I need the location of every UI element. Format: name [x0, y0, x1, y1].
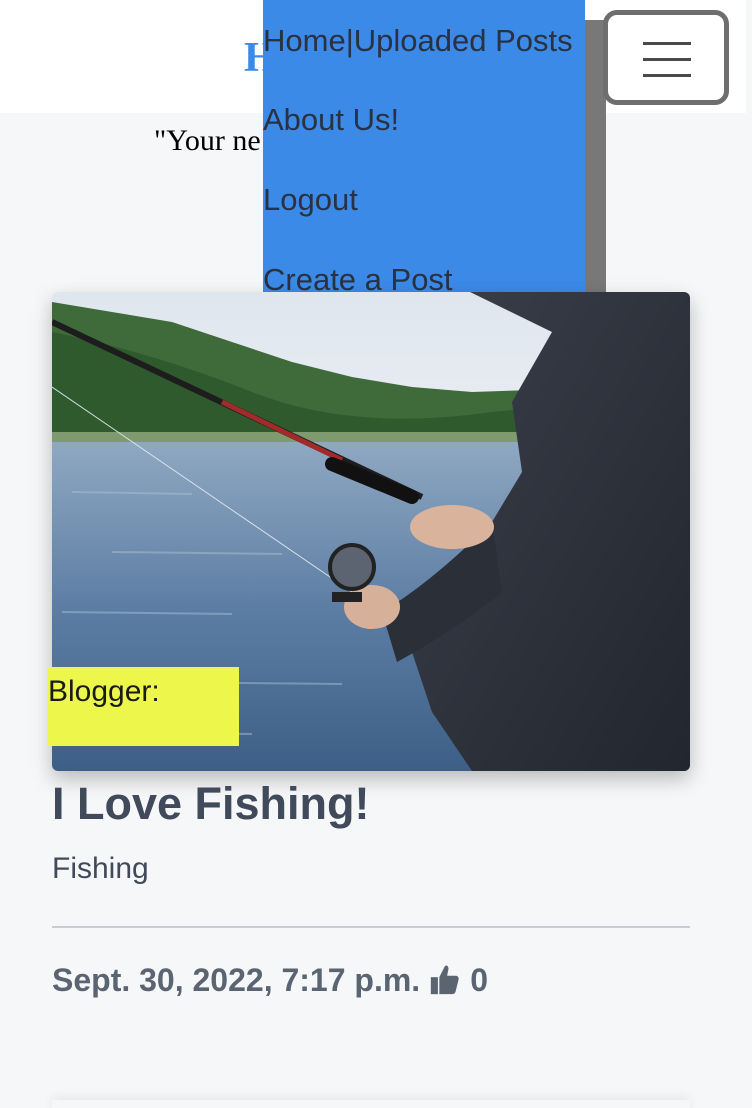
- nav-item-create-post[interactable]: Create a Post: [263, 260, 453, 292]
- tagline-container: "Your ne: [154, 118, 263, 168]
- like-count: 0: [470, 961, 488, 998]
- next-post-card: [52, 1100, 690, 1108]
- nav-item-about-us[interactable]: About Us!: [263, 100, 399, 140]
- nav-item-logout[interactable]: Logout: [263, 180, 358, 220]
- post-meta: Sept. 30, 2022, 7:17 p.m. 0: [52, 960, 488, 1000]
- post-category: Fishing: [52, 852, 149, 885]
- thumbs-up-icon[interactable]: [428, 963, 462, 997]
- divider: [52, 926, 690, 928]
- nav-item-home-uploaded-posts[interactable]: Home|Uploaded Posts: [263, 21, 573, 61]
- hamburger-icon-line: [643, 58, 691, 61]
- post-title[interactable]: I Love Fishing!: [52, 778, 370, 830]
- hamburger-icon: [643, 42, 691, 45]
- tagline: "Your ne: [154, 124, 261, 157]
- hamburger-icon-line: [643, 74, 691, 77]
- nav-dropdown-menu: Home|Uploaded Posts About Us! Logout Cre…: [263, 0, 585, 292]
- navbar-toggle-button[interactable]: [603, 10, 729, 105]
- blogger-badge: Blogger:: [48, 667, 239, 746]
- post-date: Sept. 30, 2022, 7:17 p.m.: [52, 961, 421, 998]
